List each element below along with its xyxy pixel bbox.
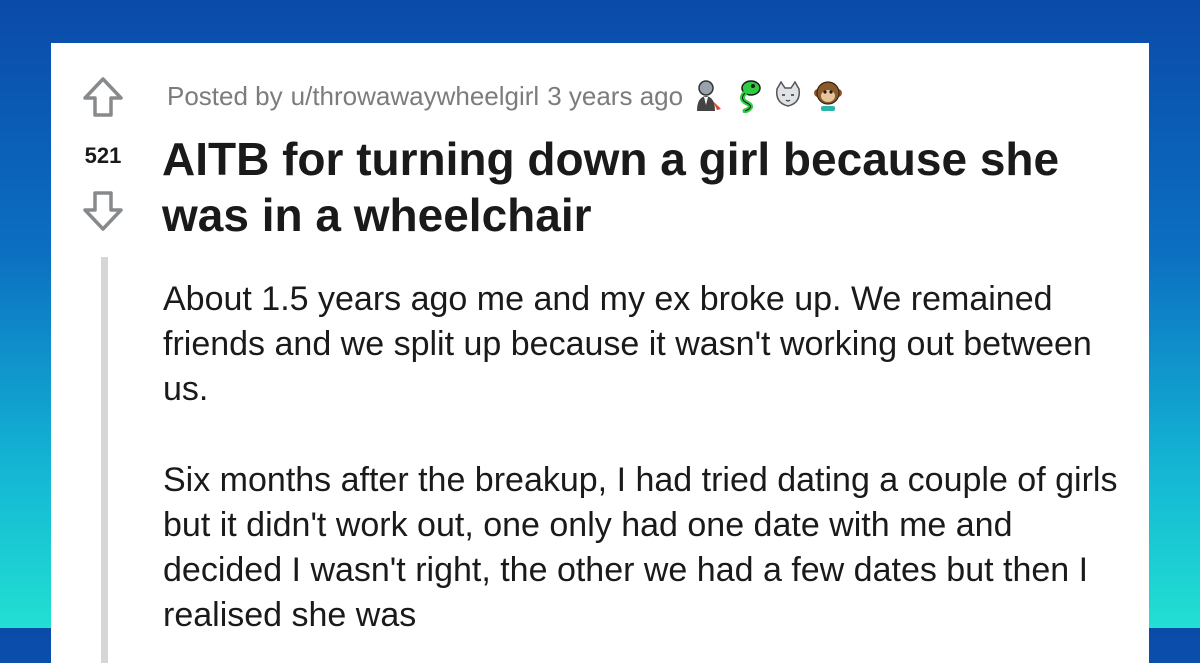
post-body: About 1.5 years ago me and my ex broke u… xyxy=(163,277,1123,663)
upvote-button[interactable] xyxy=(81,75,125,119)
snake-award-icon[interactable] xyxy=(733,79,763,114)
downvote-button[interactable] xyxy=(81,189,125,233)
downvote-arrow-icon xyxy=(83,191,123,231)
thread-line[interactable] xyxy=(101,257,108,663)
post-paragraph: About 1.5 years ago me and my ex broke u… xyxy=(163,280,1092,408)
post-card: 521 Posted by u/throwawaywheelgirl 3 yea… xyxy=(51,43,1149,663)
vote-score: 521 xyxy=(84,143,122,168)
posted-by-label: Posted by xyxy=(167,80,283,111)
post-paragraph: Six months after the breakup, I had trie… xyxy=(163,461,1118,634)
upvote-arrow-icon xyxy=(83,77,123,117)
post-title[interactable]: AITB for turning down a girl because she… xyxy=(162,131,1122,243)
post-time[interactable]: 3 years ago xyxy=(547,81,683,112)
butler-award-icon[interactable] xyxy=(693,79,723,113)
author-link[interactable]: u/throwawaywheelgirl xyxy=(291,81,540,112)
post-meta: Posted by u/throwawaywheelgirl 3 years a… xyxy=(167,76,843,116)
cat-award-icon[interactable] xyxy=(773,79,803,113)
awards-row[interactable] xyxy=(693,79,843,114)
monkey-award-icon[interactable] xyxy=(813,79,843,113)
